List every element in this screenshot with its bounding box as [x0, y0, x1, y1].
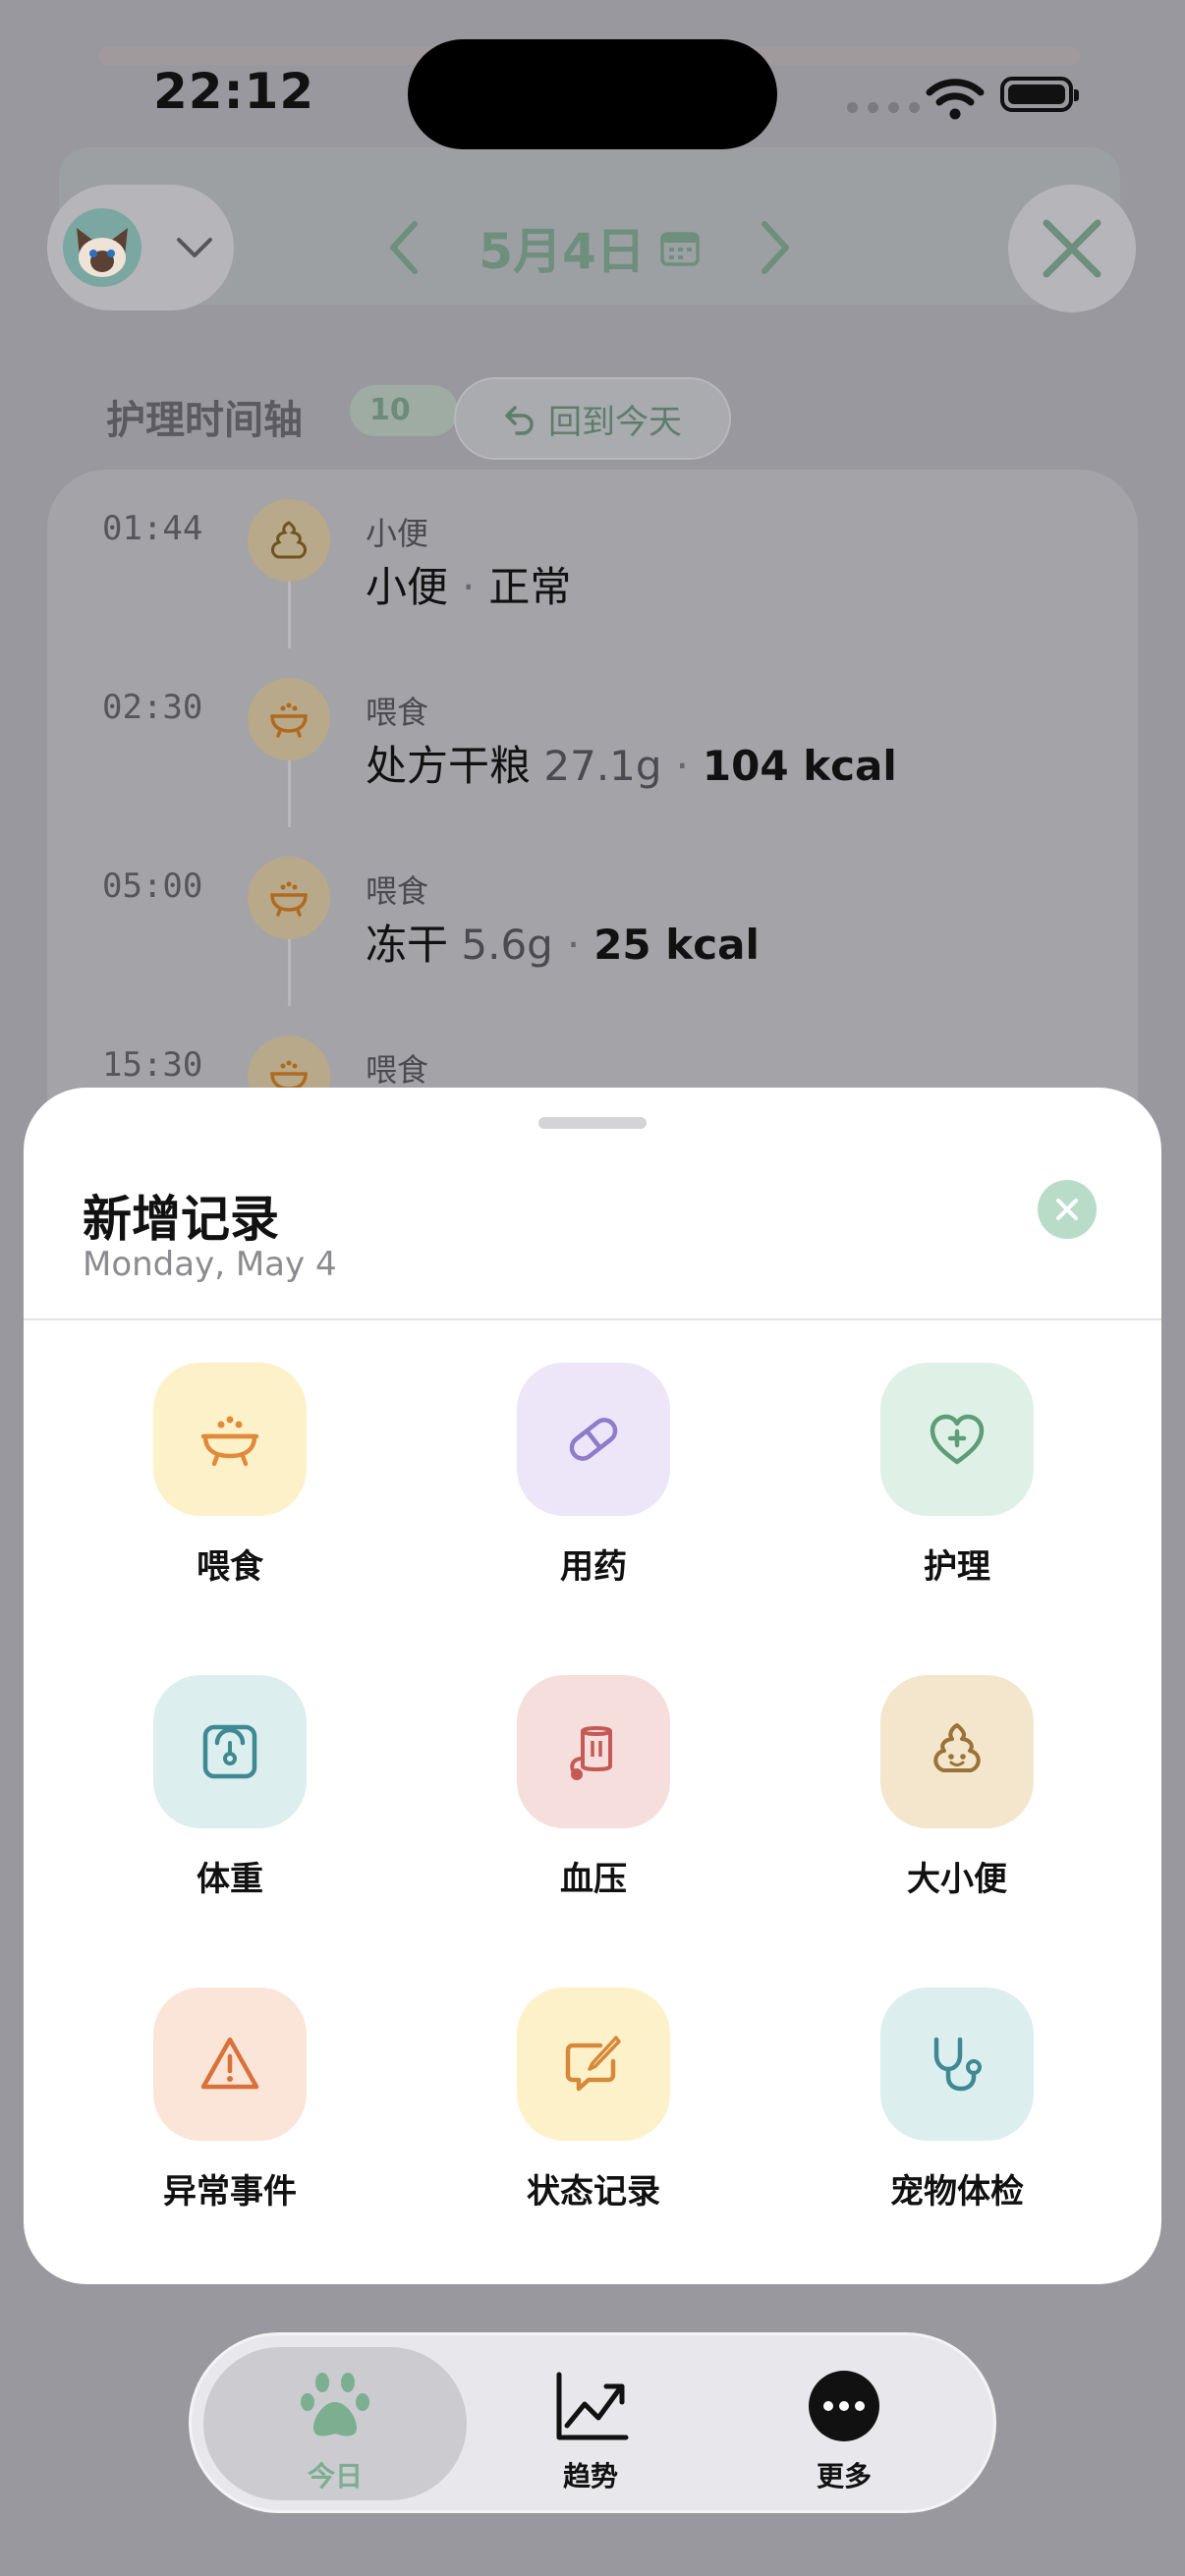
timeline-title: 护理时间轴: [106, 398, 303, 443]
entry-status: 正常: [488, 563, 572, 611]
option-abnormal-event[interactable]: 异常事件: [108, 1988, 344, 2213]
option-weight[interactable]: 体重: [108, 1675, 344, 1901]
close-button[interactable]: [1008, 185, 1136, 312]
date-picker[interactable]: 5月4日: [479, 212, 701, 283]
tab-bar: 今日 趋势 更多: [189, 2332, 996, 2513]
add-record-sheet: 新增记录 Monday, May 4 喂食 用药 护理 体重 血压 大小便 异常…: [24, 1088, 1161, 2284]
option-medication[interactable]: 用药: [472, 1363, 707, 1589]
blood-pressure-icon: [517, 1675, 670, 1828]
scale-icon: [153, 1675, 307, 1828]
timeline-entry[interactable]: 05:00 喂食 冻干 5.6g · 25 kcal: [47, 827, 1138, 1006]
entry-amount: 5.6g: [461, 921, 553, 969]
more-icon: [809, 2371, 879, 2441]
sheet-close-button[interactable]: [1038, 1180, 1097, 1239]
timeline-entry[interactable]: 01:44 小便 小便 · 正常: [47, 470, 1138, 648]
option-label: 用药: [560, 1547, 627, 1587]
battery-icon: [1000, 77, 1079, 112]
entry-category: 喂食: [366, 694, 429, 731]
entry-time: 05:00: [102, 867, 203, 906]
poop-icon: [880, 1675, 1034, 1828]
entry-category: 喂食: [366, 872, 429, 910]
option-label: 体重: [197, 1860, 263, 1899]
option-label: 宠物体检: [890, 2172, 1024, 2212]
timeline-connector: [288, 939, 291, 1006]
cellular-signal-icon: [847, 102, 920, 113]
timeline-connector: [288, 760, 291, 827]
entry-name: 小便: [366, 563, 449, 611]
option-feeding[interactable]: 喂食: [108, 1363, 344, 1589]
date-navigator: 5月4日: [383, 206, 796, 289]
timeline-connector: [288, 582, 291, 648]
pet-switcher[interactable]: [47, 185, 234, 310]
option-status-note[interactable]: 状态记录: [472, 1988, 707, 2213]
sheet-title: 新增记录: [83, 1191, 279, 1248]
bowl-icon: [248, 678, 330, 760]
entry-time: 01:44: [102, 509, 203, 548]
entry-kcal: 104 kcal: [702, 742, 897, 790]
entry-category: 喂食: [366, 1051, 429, 1089]
stethoscope-icon: [880, 1988, 1034, 2141]
chevron-left-icon[interactable]: [383, 218, 423, 277]
entry-time: 02:30: [102, 688, 203, 727]
entry-category: 小便: [366, 515, 429, 552]
current-date: 5月4日: [479, 223, 646, 280]
entry-detail: 冻干 5.6g · 25 kcal: [366, 921, 760, 969]
sheet-divider: [24, 1318, 1161, 1320]
option-label: 状态记录: [527, 2172, 660, 2212]
entry-detail: 处方干粮 27.1g · 104 kcal: [366, 742, 897, 790]
timeline-entry[interactable]: 02:30 喂食 处方干粮 27.1g · 104 kcal: [47, 648, 1138, 827]
paw-icon: [301, 2373, 369, 2436]
back-to-today-label: 回到今天: [548, 402, 682, 442]
entry-amount: 27.1g: [543, 742, 662, 790]
option-label: 大小便: [907, 1860, 1007, 1899]
status-time: 22:12: [153, 63, 315, 120]
close-icon: [1043, 219, 1101, 278]
chevron-right-icon[interactable]: [757, 218, 796, 277]
option-label: 护理: [924, 1547, 990, 1587]
timeline-card: 01:44 小便 小便 · 正常 02:30 喂食 处方干粮 27.1g · 104 k…: [47, 470, 1138, 1157]
poop-icon: [248, 499, 330, 582]
tab-label: 趋势: [562, 2460, 618, 2492]
entry-detail: 小便 · 正常: [366, 563, 572, 611]
sheet-grabber[interactable]: [538, 1117, 647, 1129]
option-label: 喂食: [197, 1547, 263, 1587]
edit-note-icon: [517, 1988, 670, 2141]
entry-name: 处方干粮: [366, 742, 532, 790]
sheet-subtitle: Monday, May 4: [83, 1245, 337, 1284]
entry-name: 冻干: [366, 921, 449, 969]
bowl-icon: [248, 857, 330, 939]
trend-icon: [556, 2372, 629, 2440]
option-label: 血压: [560, 1860, 627, 1899]
entry-kcal: 25 kcal: [593, 921, 760, 969]
back-to-today-button[interactable]: 回到今天: [454, 377, 731, 460]
close-icon: [1056, 1199, 1078, 1220]
dynamic-island: [408, 39, 777, 149]
calendar-icon: [660, 232, 700, 266]
tab-label: 更多: [816, 2460, 872, 2492]
warning-icon: [153, 1988, 307, 2141]
chevron-down-icon: [177, 238, 212, 257]
tab-more[interactable]: 更多: [712, 2347, 976, 2500]
siamese-cat-avatar: [63, 208, 141, 287]
tab-trends[interactable]: 趋势: [459, 2347, 722, 2500]
wifi-icon: [926, 79, 985, 120]
undo-arrow-icon: [505, 406, 534, 435]
entry-time: 15:30: [102, 1045, 203, 1085]
option-care[interactable]: 护理: [835, 1363, 1071, 1589]
bowl-icon: [153, 1363, 307, 1516]
option-checkup[interactable]: 宠物体检: [835, 1988, 1071, 2213]
option-blood-pressure[interactable]: 血压: [472, 1675, 707, 1901]
heart-plus-icon: [880, 1363, 1034, 1516]
pill-icon: [517, 1363, 670, 1516]
record-count-badge: 10条记录: [350, 385, 458, 436]
option-label: 异常事件: [163, 2172, 297, 2212]
tab-today[interactable]: 今日: [203, 2347, 467, 2500]
option-excretion[interactable]: 大小便: [835, 1675, 1071, 1901]
tab-label: 今日: [307, 2460, 363, 2492]
